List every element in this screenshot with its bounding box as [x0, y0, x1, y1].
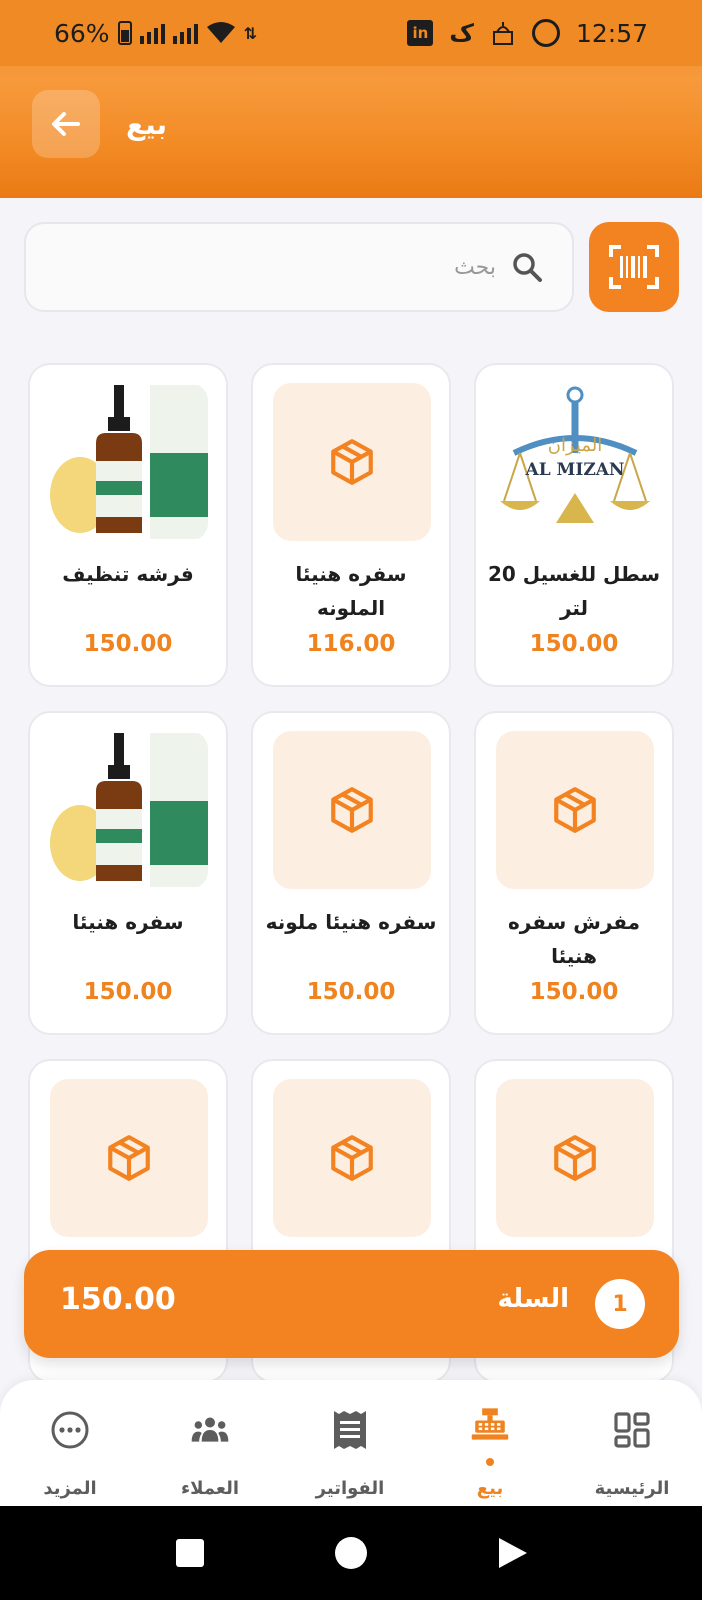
- cart-bar[interactable]: 150.00 السلة 1: [24, 1250, 679, 1358]
- product-card[interactable]: سفره هنيئا 150.00: [28, 711, 228, 1035]
- product-image: [50, 383, 208, 541]
- search-icon: [513, 253, 542, 282]
- product-image: الميزان AL MIZAN: [496, 383, 654, 541]
- cart-total: 150.00: [60, 1282, 176, 1317]
- page-title: بيع: [126, 108, 168, 141]
- app-header: 66% ⇅ in ک 12:57 بيع: [0, 0, 702, 198]
- nav-invoices[interactable]: الفواتير: [280, 1380, 420, 1506]
- product-price: 150.00: [306, 979, 396, 1005]
- system-nav-bar: [0, 1506, 702, 1600]
- mosque-icon: [492, 22, 513, 45]
- product-card[interactable]: مفرش سفره هنيئا 150.00: [474, 711, 674, 1035]
- nav-customers[interactable]: العملاء: [140, 1380, 280, 1506]
- nav-more[interactable]: المزيد: [0, 1380, 140, 1506]
- nav-customers-label: العملاء: [180, 1478, 240, 1499]
- nav-home[interactable]: الرئيسية: [562, 1380, 702, 1506]
- circle-icon: [335, 1537, 367, 1569]
- triangle-icon: [499, 1538, 527, 1568]
- barcode-scan-icon: [609, 245, 659, 289]
- product-image: [273, 731, 431, 889]
- product-price: 150.00: [529, 631, 619, 657]
- search-input[interactable]: [76, 254, 496, 280]
- product-name: سطل للغسيل 20 لتر: [487, 562, 661, 620]
- logo-latin-text: AL MIZAN: [525, 460, 625, 480]
- product-price: 116.00: [306, 631, 396, 657]
- recents-button[interactable]: [140, 1506, 240, 1600]
- linkedin-icon: in: [407, 20, 434, 46]
- cart-label: السلة: [497, 1284, 569, 1314]
- product-image: [496, 731, 654, 889]
- product-name: سفره هنيئا الملونه: [295, 562, 407, 620]
- nav-more-label: المزيد: [43, 1478, 97, 1499]
- signal-icon: [139, 22, 165, 44]
- product-card[interactable]: سفره هنيئا ملونه 150.00: [251, 711, 451, 1035]
- wifi-icon: [206, 22, 235, 43]
- home-button[interactable]: [301, 1506, 401, 1600]
- product-image: [496, 1079, 654, 1237]
- product-image: [273, 1079, 431, 1237]
- back-nav-button[interactable]: [462, 1506, 562, 1600]
- barcode-scan-button[interactable]: [589, 222, 679, 312]
- box-icon: [554, 787, 596, 833]
- product-card[interactable]: فرشه تنظيف 150.00: [28, 363, 228, 687]
- more-icon: [50, 1410, 90, 1450]
- serum-bottle-icon: [50, 733, 208, 887]
- logo-arabic-text: الميزان: [548, 435, 602, 456]
- status-bar: 66% ⇅ in ک 12:57: [0, 0, 702, 66]
- nav-home-label: الرئيسية: [594, 1478, 670, 1499]
- app-notification-icon: ک: [449, 19, 474, 47]
- signal-icon-2: [172, 22, 198, 44]
- nav-sell[interactable]: بيع: [420, 1380, 560, 1506]
- product-image: [50, 731, 208, 889]
- nav-sell-label: بيع: [476, 1478, 504, 1499]
- search-box[interactable]: [24, 222, 574, 312]
- product-name: سفره هنيئا ملونه: [265, 910, 437, 934]
- serum-bottle-icon: [50, 385, 208, 539]
- back-button[interactable]: [32, 90, 100, 158]
- active-indicator: [486, 1458, 494, 1466]
- product-price: 150.00: [83, 631, 173, 657]
- battery-percent: 66%: [54, 18, 110, 48]
- product-price: 150.00: [529, 979, 619, 1005]
- box-icon: [331, 1135, 373, 1181]
- box-icon: [331, 439, 373, 485]
- cash-register-icon: [470, 1404, 510, 1444]
- nav-invoices-label: الفواتير: [315, 1478, 385, 1499]
- receipt-icon: [330, 1410, 370, 1450]
- users-icon: [190, 1410, 230, 1450]
- al-mizan-logo: الميزان AL MIZAN: [500, 386, 650, 523]
- product-card[interactable]: سفره هنيئا الملونه 116.00: [251, 363, 451, 687]
- product-name: فرشه تنظيف: [62, 562, 194, 586]
- product-name: سفره هنيئا: [72, 910, 184, 934]
- whatsapp-icon: [531, 19, 560, 47]
- product-name: مفرش سفره هنيئا: [507, 910, 641, 968]
- data-arrows-icon: ⇅: [243, 23, 257, 43]
- arrow-left-icon: [52, 112, 80, 136]
- product-image: [50, 1079, 208, 1237]
- product-card[interactable]: الميزان AL MIZAN سطل للغسيل 20 لتر 150.0…: [474, 363, 674, 687]
- box-icon: [108, 1135, 150, 1181]
- square-icon: [176, 1539, 204, 1567]
- product-price: 150.00: [83, 979, 173, 1005]
- bottom-nav: المزيد العملاء الفواتير بيع الرئيسية: [0, 1380, 702, 1506]
- battery-icon: [117, 21, 132, 45]
- box-icon: [331, 787, 373, 833]
- cart-count-badge: 1: [595, 1279, 645, 1329]
- product-image: [273, 383, 431, 541]
- dashboard-icon: [612, 1410, 652, 1450]
- clock: 12:57: [575, 18, 648, 48]
- box-icon: [554, 1135, 596, 1181]
